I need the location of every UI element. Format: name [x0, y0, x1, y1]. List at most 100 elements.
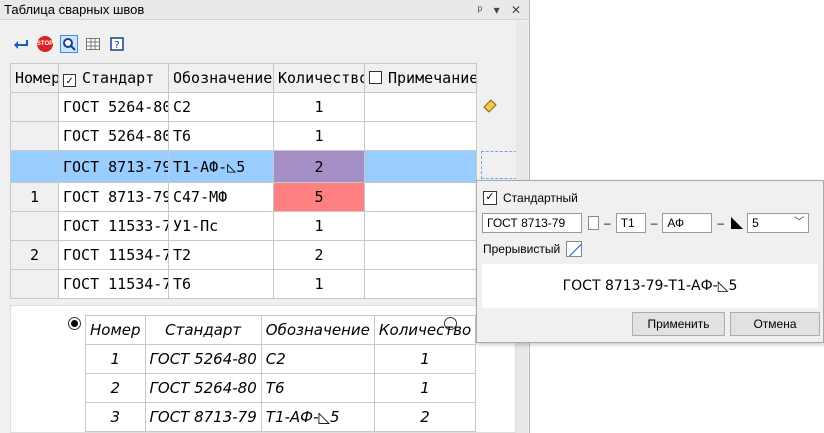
cell-quantity[interactable]: 1: [273, 121, 365, 151]
header-quantity[interactable]: Количество: [273, 63, 365, 93]
cell-number[interactable]: 1: [10, 182, 59, 212]
chevron-down-icon: ﹀: [794, 217, 805, 228]
preview-table: Номер Стандарт Обозначение Количество 1 …: [85, 315, 477, 432]
designation-fields-row: ГОСТ 8713-79 – Т1 – АФ – 5 ﹀: [482, 213, 810, 233]
cell-designation[interactable]: Т6: [168, 269, 274, 299]
leg-size-value: 5: [752, 216, 759, 230]
cell-standard[interactable]: ГОСТ 8713-79: [58, 182, 169, 212]
table-row-selected[interactable]: ГОСТ 8713-79 Т1-АФ-◺5 2: [10, 150, 517, 183]
cell-note[interactable]: [364, 182, 477, 212]
grid-button[interactable]: [84, 35, 102, 53]
table-row[interactable]: ГОСТ 11533-75 У1-Пс 1: [10, 211, 517, 241]
pin-icon[interactable]: ᵖ: [478, 3, 483, 17]
cell-quantity[interactable]: 1: [273, 211, 365, 241]
table-header-row: Номер ✓ Стандарт Обозначение Количество П…: [10, 63, 517, 93]
cell-note[interactable]: [364, 92, 477, 122]
document-icon[interactable]: [588, 216, 599, 230]
arrow-left-icon[interactable]: [12, 35, 30, 53]
row-extra: [476, 121, 517, 151]
preview-header-designation: Обозначение: [260, 315, 375, 345]
standard-field[interactable]: ГОСТ 8713-79: [482, 213, 582, 233]
table-row[interactable]: ГОСТ 5264-80 Т6 1: [10, 121, 517, 151]
close-icon[interactable]: ✕: [511, 3, 521, 17]
preview-header-standard: Стандарт: [144, 315, 262, 345]
header-number[interactable]: Номер: [10, 63, 59, 93]
intermittent-row: Прерывистый: [483, 241, 583, 257]
cell-note[interactable]: [364, 150, 477, 183]
preview-header-row: Номер Стандарт Обозначение Количество: [85, 315, 477, 345]
cell-designation[interactable]: Т1-АФ-◺5: [168, 150, 274, 183]
cell-number[interactable]: 2: [10, 240, 59, 270]
table-row[interactable]: ГОСТ 5264-80 С2 1: [10, 92, 517, 122]
search-icon: [63, 38, 76, 51]
help-button[interactable]: ?: [108, 35, 126, 53]
cancel-button[interactable]: Отмена: [730, 312, 820, 336]
cell-designation[interactable]: У1-Пс: [168, 211, 274, 241]
search-button[interactable]: [60, 35, 78, 53]
cell-standard[interactable]: ГОСТ 5264-80: [58, 121, 169, 151]
preview-designation: Т6: [260, 373, 375, 403]
method-field[interactable]: АФ: [662, 213, 713, 233]
preview-number: 2: [85, 373, 146, 403]
joint-type-field[interactable]: Т1: [615, 213, 646, 233]
radio-left-selected[interactable]: [68, 317, 81, 330]
weld-table: Номер ✓ Стандарт Обозначение Количество П…: [10, 63, 517, 299]
cell-number[interactable]: [10, 150, 59, 183]
cell-number[interactable]: [10, 211, 59, 241]
preview-row: 1 ГОСТ 5264-80 С2 1: [85, 344, 477, 374]
table-row[interactable]: ГОСТ 11534-75 Т6 1: [10, 269, 517, 299]
panel-title: Таблица сварных швов: [4, 2, 145, 17]
table-row[interactable]: 1 ГОСТ 8713-79 С47-МФ 5: [10, 182, 517, 212]
cell-designation[interactable]: С47-МФ: [168, 182, 274, 212]
grid-icon: [86, 38, 100, 50]
cell-quantity[interactable]: 2: [273, 240, 365, 270]
designation-result: ГОСТ 8713-79-Т1-АФ-◺5: [482, 264, 818, 308]
apply-button[interactable]: Применить: [632, 312, 725, 336]
eraser-cell[interactable]: [476, 92, 517, 122]
cell-number[interactable]: [10, 269, 59, 299]
standard-checkbox[interactable]: ✓: [63, 74, 76, 87]
preview-number: 1: [85, 344, 146, 374]
cell-standard[interactable]: ГОСТ 5264-80: [58, 92, 169, 122]
cell-note[interactable]: [364, 269, 477, 299]
cell-standard[interactable]: ГОСТ 11534-75: [58, 269, 169, 299]
header-note-label: Примечание: [388, 69, 477, 87]
cell-number[interactable]: [10, 92, 59, 122]
leg-size-select[interactable]: 5 ﹀: [747, 213, 810, 233]
cell-quantity[interactable]: 1: [273, 92, 365, 122]
cell-note[interactable]: [364, 240, 477, 270]
cell-note[interactable]: [364, 121, 477, 151]
preview-header-number: Номер: [85, 315, 146, 345]
preview-designation: С2: [260, 344, 375, 374]
cell-standard[interactable]: ГОСТ 11534-75: [58, 240, 169, 270]
svg-text:?: ?: [114, 40, 119, 51]
cell-standard[interactable]: ГОСТ 8713-79: [58, 150, 169, 183]
stop-button[interactable]: STOP: [36, 35, 54, 53]
toolbar: STOP ?: [12, 34, 126, 54]
standard-type-checkbox[interactable]: ✓: [483, 191, 497, 205]
cell-standard[interactable]: ГОСТ 11533-75: [58, 211, 169, 241]
cell-number[interactable]: [10, 121, 59, 151]
header-standard[interactable]: ✓ Стандарт: [58, 63, 169, 93]
cell-quantity[interactable]: 5: [273, 182, 365, 212]
preview-standard: ГОСТ 8713-79: [144, 402, 262, 432]
intermittent-toggle-icon[interactable]: [566, 241, 583, 257]
note-checkbox[interactable]: [369, 71, 382, 84]
preview-quantity: 1: [373, 373, 477, 403]
preview-number: 3: [85, 402, 146, 432]
dropdown-icon[interactable]: ▾: [494, 3, 500, 17]
cell-designation[interactable]: Т6: [168, 121, 274, 151]
title-controls: ᵖ ▾ ✕: [470, 0, 521, 20]
cell-designation[interactable]: Т2: [168, 240, 274, 270]
weld-designation-popup: ✓ Стандартный ГОСТ 8713-79 – Т1 – АФ – 5…: [476, 180, 824, 343]
preview-row: 3 ГОСТ 8713-79 Т1-АФ-◺5 2: [85, 402, 477, 432]
cell-quantity[interactable]: 1: [273, 269, 365, 299]
header-designation[interactable]: Обозначение: [168, 63, 274, 93]
table-row[interactable]: 2 ГОСТ 11534-75 Т2 2: [10, 240, 517, 270]
cell-designation[interactable]: С2: [168, 92, 274, 122]
edit-cell-button[interactable]: [476, 150, 517, 183]
edit-cell-frame[interactable]: [481, 150, 517, 179]
header-note[interactable]: Примечание: [364, 63, 477, 93]
cell-note[interactable]: [364, 211, 477, 241]
cell-quantity[interactable]: 2: [273, 150, 365, 183]
